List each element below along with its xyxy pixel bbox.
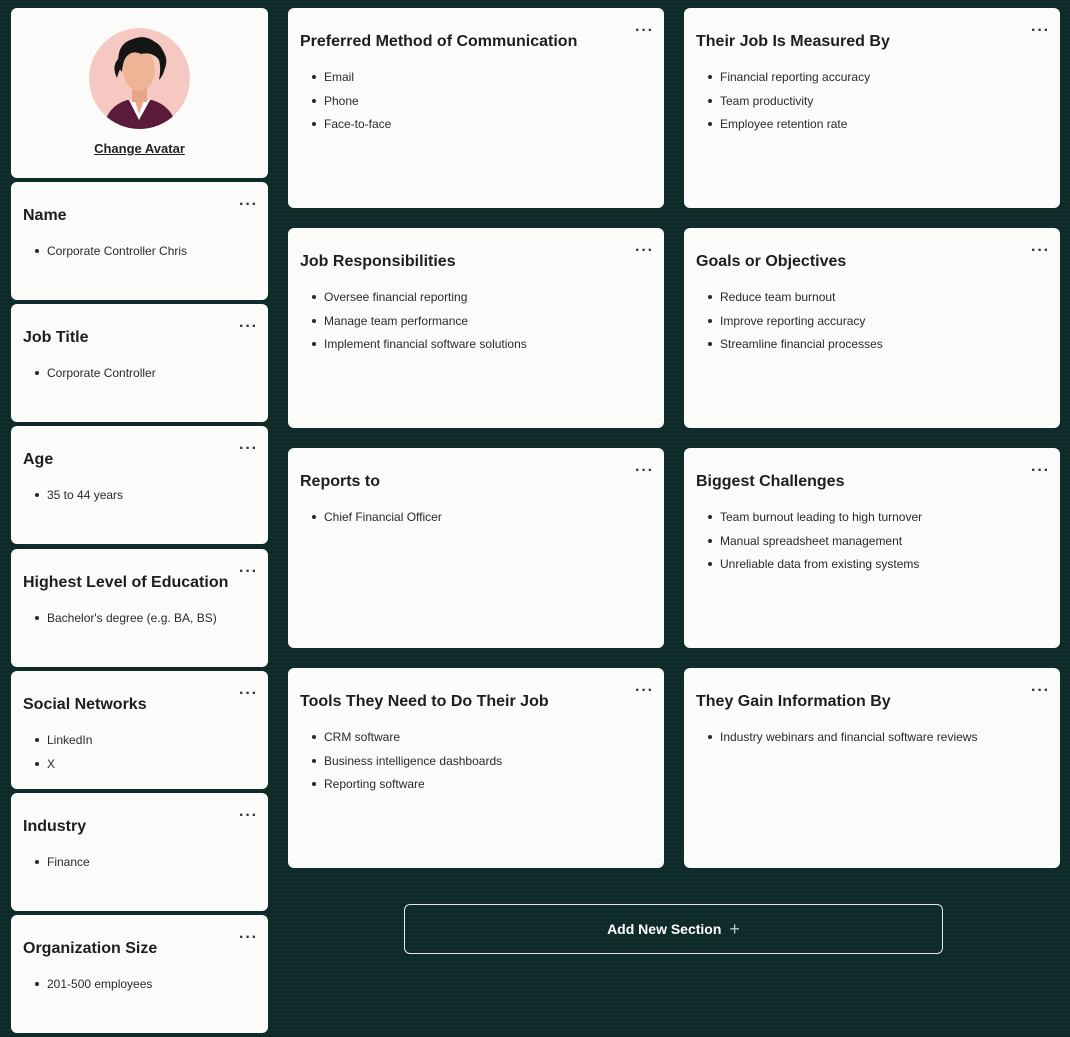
list-item: Oversee financial reporting	[312, 290, 527, 314]
section-items: Corporate Controller Chris	[34, 244, 187, 268]
section-items: Chief Financial Officer	[312, 510, 442, 534]
section-title: Their Job Is Measured By	[696, 33, 890, 50]
section-card-age: Age ··· 35 to 44 years	[11, 426, 268, 544]
list-item: Team productivity	[707, 94, 870, 118]
section-items: Industry webinars and financial software…	[707, 730, 977, 754]
list-item: Corporate Controller Chris	[34, 244, 187, 268]
more-options-icon[interactable]: ···	[635, 683, 654, 699]
list-item: Unreliable data from existing systems	[707, 557, 922, 581]
section-items: 201-500 employees	[34, 977, 152, 1001]
section-items: Reduce team burnout Improve reporting acc…	[708, 290, 883, 361]
section-card-communication: Preferred Method of Communication ··· Emai…	[288, 8, 664, 208]
list-item: X	[34, 757, 92, 781]
section-card-goals: Goals or Objectives ··· Reduce team burnou…	[684, 228, 1060, 428]
list-item: Face-to-face	[311, 117, 391, 141]
list-item: Bachelor's degree (e.g. BA, BS)	[35, 611, 217, 635]
section-items: Financial reporting accuracy Team product…	[707, 70, 870, 141]
section-title: Name	[23, 207, 67, 224]
section-title: Goals or Objectives	[696, 253, 847, 270]
list-item: LinkedIn	[34, 733, 92, 757]
list-item: Manage team performance	[312, 314, 527, 338]
section-title: Tools They Need to Do Their Job	[300, 693, 549, 710]
section-title: They Gain Information By	[696, 693, 891, 710]
more-options-icon[interactable]: ···	[1031, 463, 1050, 479]
section-card-education: Highest Level of Education ··· Bachelor's …	[11, 549, 268, 667]
list-item: Corporate Controller	[35, 366, 156, 390]
list-item: Financial reporting accuracy	[707, 70, 870, 94]
section-title: Reports to	[300, 473, 380, 490]
change-avatar-link[interactable]: Change Avatar	[11, 141, 268, 156]
list-item: Email	[311, 70, 391, 94]
section-card-social-networks: Social Networks ··· LinkedIn X	[11, 671, 268, 789]
section-items: Team burnout leading to high turnover Man…	[707, 510, 922, 581]
section-card-name: Name ··· Corporate Controller Chris	[11, 182, 268, 300]
list-item: Streamline financial processes	[708, 337, 883, 361]
more-options-icon[interactable]: ···	[239, 197, 258, 213]
section-card-measured-by: Their Job Is Measured By ··· Financial rep…	[684, 8, 1060, 208]
section-card-job-title: Job Title ··· Corporate Controller	[11, 304, 268, 422]
section-title: Organization Size	[23, 940, 158, 957]
list-item: Employee retention rate	[707, 117, 870, 141]
section-items: Corporate Controller	[35, 366, 156, 390]
add-new-section-button[interactable]: Add New Section +	[404, 904, 943, 954]
add-new-section-label: Add New Section	[607, 921, 722, 937]
more-options-icon[interactable]: ···	[239, 808, 258, 824]
list-item: Finance	[35, 855, 90, 879]
section-items: 35 to 44 years	[34, 488, 123, 512]
more-options-icon[interactable]: ···	[1031, 683, 1050, 699]
section-items: Oversee financial reporting Manage team p…	[312, 290, 527, 361]
more-options-icon[interactable]: ···	[1031, 243, 1050, 259]
more-options-icon[interactable]: ···	[239, 564, 258, 580]
list-item: Chief Financial Officer	[312, 510, 442, 534]
section-card-responsibilities: Job Responsibilities ··· Oversee financial…	[288, 228, 664, 428]
section-items: LinkedIn X	[34, 733, 92, 781]
list-item: Improve reporting accuracy	[708, 314, 883, 338]
list-item: Team burnout leading to high turnover	[707, 510, 922, 534]
avatar-card: Change Avatar	[11, 8, 268, 178]
more-options-icon[interactable]: ···	[635, 243, 654, 259]
list-item: Business intelligence dashboards	[311, 754, 502, 778]
section-card-challenges: Biggest Challenges ··· Team burnout leadin…	[684, 448, 1060, 648]
section-card-industry: Industry ··· Finance	[11, 793, 268, 911]
section-card-reports-to: Reports to ··· Chief Financial Officer	[288, 448, 664, 648]
more-options-icon[interactable]: ···	[239, 441, 258, 457]
more-options-icon[interactable]: ···	[635, 23, 654, 39]
section-card-information: They Gain Information By ··· Industry webi…	[684, 668, 1060, 868]
more-options-icon[interactable]: ···	[239, 319, 258, 335]
section-title: Job Title	[23, 329, 89, 346]
more-options-icon[interactable]: ···	[239, 686, 258, 702]
section-title: Biggest Challenges	[696, 473, 845, 490]
list-item: 201-500 employees	[34, 977, 152, 1001]
section-title: Age	[23, 451, 54, 468]
section-items: Finance	[35, 855, 90, 879]
section-items: Bachelor's degree (e.g. BA, BS)	[35, 611, 217, 635]
avatar[interactable]	[89, 28, 190, 129]
section-items: Email Phone Face-to-face	[311, 70, 391, 141]
plus-icon: +	[729, 919, 740, 939]
section-title: Preferred Method of Communication	[300, 33, 578, 50]
section-card-organization-size: Organization Size ··· 201-500 employees	[11, 915, 268, 1033]
list-item: Manual spreadsheet management	[707, 534, 922, 558]
more-options-icon[interactable]: ···	[239, 930, 258, 946]
list-item: Reporting software	[311, 777, 502, 801]
more-options-icon[interactable]: ···	[635, 463, 654, 479]
section-items: CRM software Business intelligence dashbo…	[311, 730, 502, 801]
list-item: Phone	[311, 94, 391, 118]
section-title: Highest Level of Education	[23, 574, 229, 591]
list-item: 35 to 44 years	[34, 488, 123, 512]
section-title: Industry	[23, 818, 87, 835]
list-item: Implement financial software solutions	[312, 337, 527, 361]
section-card-tools: Tools They Need to Do Their Job ··· CRM so…	[288, 668, 664, 868]
list-item: Industry webinars and financial software…	[707, 730, 977, 754]
list-item: CRM software	[311, 730, 502, 754]
list-item: Reduce team burnout	[708, 290, 883, 314]
section-title: Job Responsibilities	[300, 253, 456, 270]
more-options-icon[interactable]: ···	[1031, 23, 1050, 39]
section-title: Social Networks	[23, 696, 147, 713]
